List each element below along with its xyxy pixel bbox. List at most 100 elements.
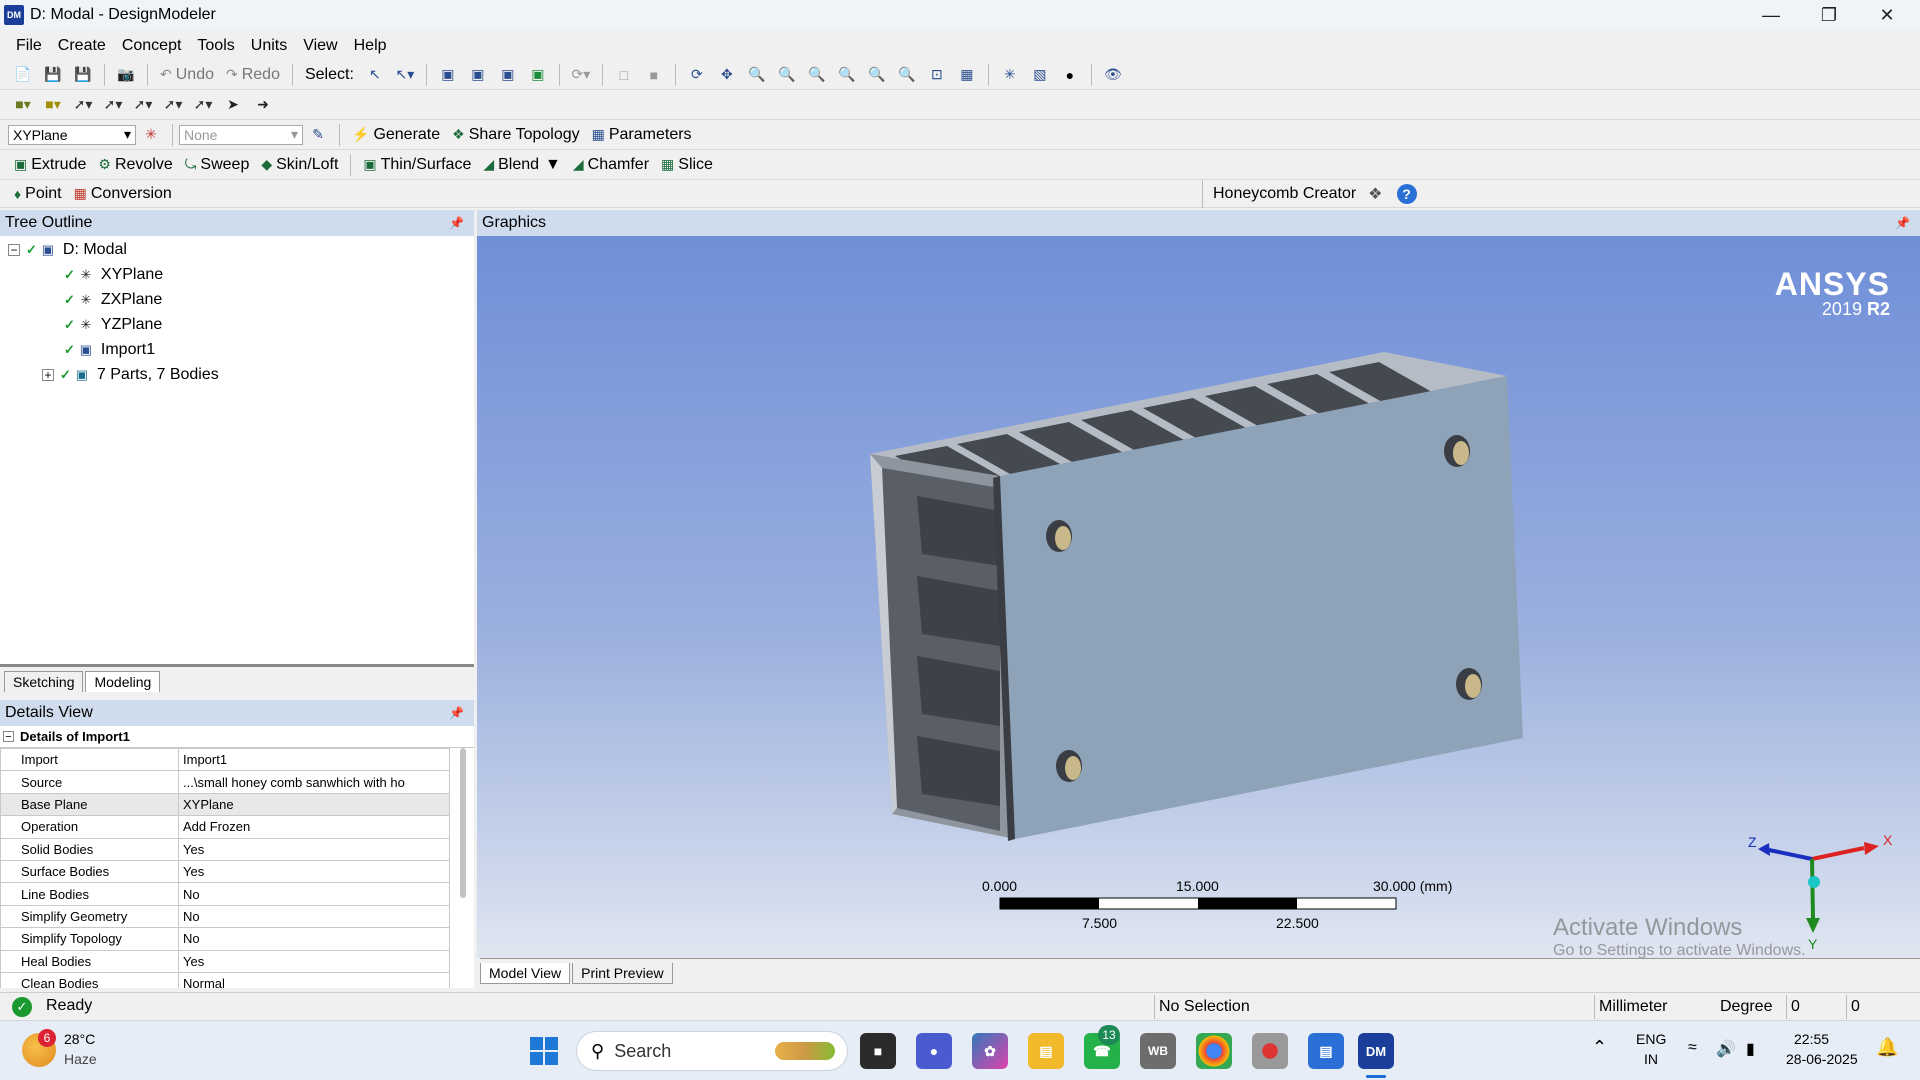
menu-create[interactable]: Create	[58, 37, 106, 55]
display-model-icon[interactable]: ▧	[1028, 64, 1052, 86]
extrude-button[interactable]: ▣ Extrude	[14, 156, 86, 174]
honeycomb-icon[interactable]: ❖	[1368, 184, 1382, 204]
pan-icon[interactable]: ✥	[715, 64, 739, 86]
triad-icon[interactable]: ✳	[998, 64, 1022, 86]
display-point-icon[interactable]: ●	[1058, 64, 1082, 86]
battery-icon[interactable]: ▮	[1746, 1039, 1755, 1059]
tray-chevron-icon[interactable]: ⌃	[1592, 1037, 1607, 1058]
details-section[interactable]: − Details of Import1	[0, 726, 474, 748]
zoom-out-icon[interactable]: 🔍	[895, 64, 919, 86]
save-icon[interactable]: 💾	[41, 64, 65, 86]
notepad-icon[interactable]: ▤	[1308, 1033, 1344, 1069]
details-scrollbar[interactable]	[460, 748, 466, 898]
pin-icon[interactable]: 📌	[449, 216, 464, 230]
show-all-icon[interactable]: 👁	[1101, 64, 1125, 86]
chrome-icon[interactable]	[1196, 1033, 1232, 1069]
designmodeler-taskbar-icon[interactable]: DM	[1358, 1033, 1394, 1069]
details-value[interactable]: No	[178, 904, 450, 929]
menu-units[interactable]: Units	[251, 37, 287, 55]
screenshot-icon[interactable]: 📷	[114, 64, 138, 86]
windows-start-icon[interactable]	[530, 1037, 558, 1065]
expand-icon[interactable]: +	[42, 368, 54, 382]
pin-tool-icon[interactable]: ➤	[221, 94, 245, 116]
clock-date[interactable]: 28-06-2025	[1786, 1051, 1858, 1067]
skin-loft-button[interactable]: ◆ Skin/Loft	[261, 156, 338, 174]
workbench-icon[interactable]: WB	[1140, 1033, 1176, 1069]
line-tool2-icon[interactable]: ➚▾	[101, 94, 125, 116]
copilot-icon[interactable]: ✿	[972, 1033, 1008, 1069]
honeycomb-creator-label[interactable]: Honeycomb Creator	[1213, 185, 1356, 203]
details-row[interactable]: Base Plane XYPlane	[0, 792, 450, 817]
details-value[interactable]: Yes	[178, 949, 450, 973]
graphics-viewport[interactable]: ANSYS 2019 R2 0.000 15.000 30.000 (mm) 7…	[477, 236, 1920, 958]
wifi-icon[interactable]: ≈	[1688, 1039, 1697, 1057]
zoom-window-icon[interactable]: 🔍	[835, 64, 859, 86]
look-at-icon[interactable]: ▦	[955, 64, 979, 86]
details-value[interactable]: XYPlane	[178, 792, 450, 817]
undo-button[interactable]: ↶ Undo	[160, 66, 214, 84]
new-sketch-icon[interactable]: ✎	[306, 124, 330, 146]
menu-tools[interactable]: Tools	[197, 37, 234, 55]
tab-print-preview[interactable]: Print Preview	[572, 963, 673, 984]
rotate-icon[interactable]: ⟳	[685, 64, 709, 86]
color-box2-icon[interactable]: ■▾	[41, 94, 65, 116]
zoom-fit-icon[interactable]: 🔍	[805, 64, 829, 86]
blend-button[interactable]: ◢ Blend ▼	[483, 156, 561, 174]
notification-bell-icon[interactable]: 🔔	[1876, 1037, 1898, 1058]
box-select2-icon[interactable]: ■	[642, 64, 666, 86]
details-row[interactable]: Simplify Geometry No	[0, 904, 450, 929]
line-tool4-icon[interactable]: ➚▾	[161, 94, 185, 116]
tree-root[interactable]: − ✓ ▣ D: Modal	[8, 238, 127, 262]
details-value[interactable]: Add Frozen	[178, 815, 450, 839]
redo-button[interactable]: ↷ Redo	[226, 66, 280, 84]
details-row[interactable]: Heal Bodies Yes	[0, 949, 450, 973]
tree-item-yzplane[interactable]: ✓ ✳ YZPlane	[64, 313, 162, 337]
tab-modeling[interactable]: Modeling	[85, 671, 161, 692]
tree-item-parts[interactable]: + ✓ ▣ 7 Parts, 7 Bodies	[42, 363, 219, 387]
new-plane-icon[interactable]: ✳	[139, 124, 163, 146]
details-row[interactable]: Simplify Topology No	[0, 927, 450, 951]
plane-select[interactable]: XYPlane ▾	[8, 124, 136, 145]
task-view-icon[interactable]: ■	[860, 1033, 896, 1069]
select-faces-icon[interactable]: ▣	[496, 64, 520, 86]
details-value[interactable]: No	[178, 927, 450, 951]
sweep-button[interactable]: ⤿ Sweep	[185, 156, 250, 174]
select-points-icon[interactable]: ▣	[436, 64, 460, 86]
help-icon[interactable]: ?	[1396, 184, 1417, 204]
details-row[interactable]: Clean Bodies Normal	[0, 971, 450, 988]
clock-time[interactable]: 22:55	[1794, 1031, 1829, 1047]
select-bodies-icon[interactable]: ▣	[526, 64, 550, 86]
volume-icon[interactable]: 🔊	[1716, 1039, 1736, 1059]
sketch-select[interactable]: None ▾	[179, 124, 303, 145]
line-tool3-icon[interactable]: ➚▾	[131, 94, 155, 116]
iso-view-icon[interactable]: ⊡	[925, 64, 949, 86]
extend-selection-icon[interactable]: ⟳▾	[569, 64, 593, 86]
box-select-icon[interactable]: □	[612, 64, 636, 86]
slice-button[interactable]: ▦ Slice	[661, 156, 713, 174]
pin-icon[interactable]: 📌	[449, 706, 464, 720]
minimize-button[interactable]: —	[1742, 0, 1800, 30]
color-box-icon[interactable]: ■▾	[11, 94, 35, 116]
pin-icon[interactable]: 📌	[1895, 216, 1910, 230]
lang-2[interactable]: IN	[1644, 1051, 1658, 1067]
generate-button[interactable]: ⚡ Generate	[352, 126, 440, 144]
new-icon[interactable]: 📄	[11, 64, 35, 86]
menu-file[interactable]: File	[16, 37, 42, 55]
box-zoom-icon[interactable]: 🔍	[775, 64, 799, 86]
revolve-button[interactable]: ⚙ Revolve	[98, 156, 172, 174]
lang-1[interactable]: ENG	[1636, 1031, 1666, 1047]
details-value[interactable]: Yes	[178, 859, 450, 884]
tab-model-view[interactable]: Model View	[480, 963, 571, 984]
chat-icon[interactable]: ●	[916, 1033, 952, 1069]
tree-item-zxplane[interactable]: ✓ ✳ ZXPlane	[64, 288, 162, 312]
select-edges-icon[interactable]: ▣	[466, 64, 490, 86]
details-row[interactable]: Import Import1	[0, 747, 450, 772]
share-topology-button[interactable]: ❖ Share Topology	[452, 126, 579, 144]
blend-dropdown-icon[interactable]: ▼	[545, 156, 561, 174]
collapse-icon[interactable]: −	[3, 731, 14, 743]
thin-surface-button[interactable]: ▣ Thin/Surface	[363, 156, 471, 174]
details-value[interactable]: Normal	[178, 971, 450, 988]
details-row[interactable]: Source ...\small honey comb sanwhich with…	[0, 770, 450, 794]
menu-concept[interactable]: Concept	[122, 37, 182, 55]
zoom-in-icon[interactable]: 🔍	[865, 64, 889, 86]
